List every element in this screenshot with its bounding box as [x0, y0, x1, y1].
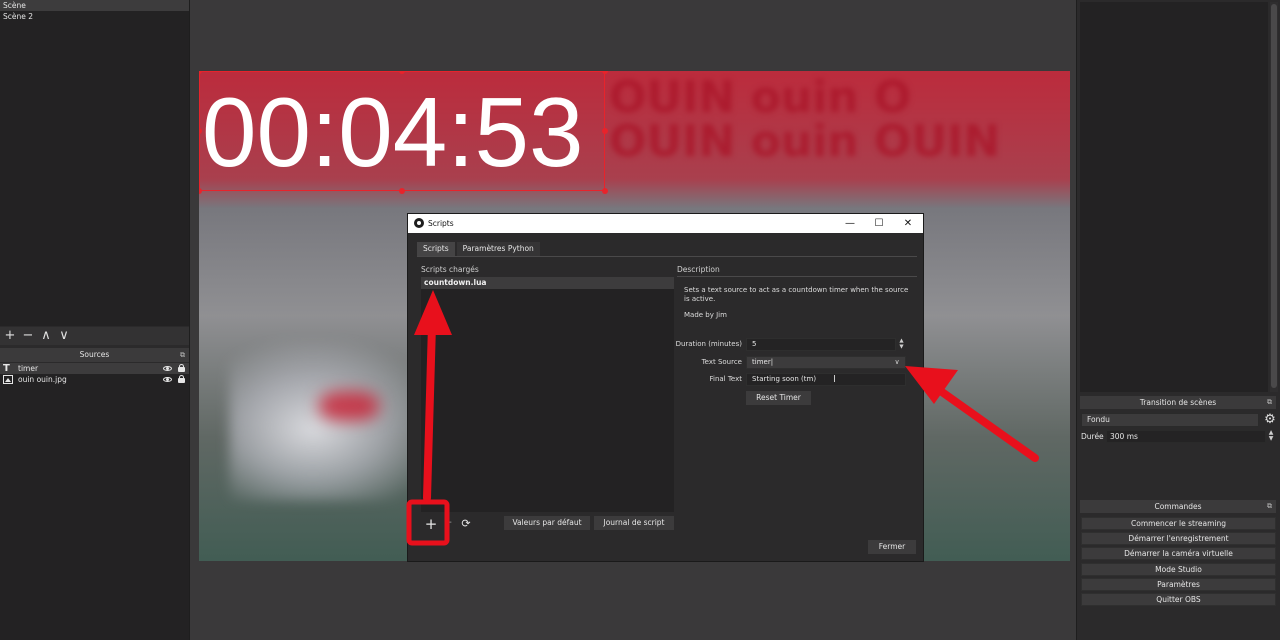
source-label: timer — [18, 364, 39, 373]
source-item-image[interactable]: ouin ouin.jpg — [0, 374, 189, 385]
settings-button[interactable]: Paramètres — [1081, 578, 1276, 591]
preview-background-text: OUIN ouin O OUIN ouin OUIN — [609, 72, 1001, 167]
timer-text: 00:04:53 — [202, 77, 584, 187]
dialog-title: Scripts — [428, 219, 454, 228]
source-label: ouin ouin.jpg — [18, 375, 67, 384]
resize-handle[interactable] — [602, 128, 608, 134]
loaded-scripts-label: Scripts chargés — [421, 265, 479, 274]
start-streaming-button[interactable]: Commencer le streaming — [1081, 517, 1276, 530]
studio-mode-button[interactable]: Mode Studio — [1081, 563, 1276, 576]
start-recording-button[interactable]: Démarrer l'enregistrement — [1081, 532, 1276, 545]
duration-minutes-input[interactable]: 5 — [746, 338, 896, 351]
dock-float-icon[interactable]: ⧉ — [180, 348, 185, 362]
transition-select[interactable]: Fondu — [1081, 413, 1259, 427]
close-button[interactable]: Fermer — [868, 540, 916, 554]
final-text-input[interactable]: Starting soon (tm) — [746, 373, 906, 386]
lock-icon[interactable] — [178, 364, 185, 372]
sources-header: Sources ⧉ — [0, 348, 189, 362]
text-source-label: Text Source — [701, 358, 742, 366]
scene-item[interactable]: Scène 2 — [0, 11, 189, 22]
scene-toolbar: + − ∧ ∨ — [0, 327, 189, 345]
dialog-titlebar[interactable]: Scripts — ☐ ✕ — [408, 214, 923, 233]
dialog-tabs: Scripts Paramètres Python — [417, 242, 540, 256]
description-text: Sets a text source to act as a countdown… — [684, 286, 909, 303]
commands-title: Commandes — [1154, 502, 1202, 511]
maximize-icon[interactable]: ☐ — [865, 214, 893, 233]
script-log-button[interactable]: Journal de script — [594, 516, 674, 530]
transitions-title: Transition de scènes — [1139, 398, 1217, 407]
final-text-label: Final Text — [709, 375, 742, 383]
defaults-button[interactable]: Valeurs par défaut — [504, 516, 590, 530]
sources-title: Sources — [79, 350, 110, 359]
resize-handle[interactable] — [199, 188, 202, 194]
gear-icon[interactable]: ⚙ — [1262, 412, 1278, 428]
dock-float-icon[interactable]: ⧉ — [1267, 500, 1272, 513]
image-source-icon — [3, 375, 13, 384]
resize-handle[interactable] — [602, 71, 608, 74]
spinner-arrows-icon[interactable]: ▲ ▼ — [897, 338, 906, 351]
tab-divider — [417, 256, 917, 257]
text-cursor-icon: I — [833, 374, 836, 385]
visibility-eye-icon[interactable] — [163, 366, 172, 371]
reset-timer-button[interactable]: Reset Timer — [746, 391, 811, 405]
author-text: Made by Jim — [684, 311, 727, 319]
sources-list[interactable]: T timer ouin ouin.jpg — [0, 363, 189, 640]
dock-float-icon[interactable]: ⧉ — [1267, 396, 1272, 409]
add-scene-button[interactable]: + — [3, 329, 17, 343]
move-scene-down-button[interactable]: ∨ — [57, 329, 71, 343]
description-divider — [677, 276, 917, 277]
transitions-header: Transition de scènes ⧉ — [1080, 396, 1276, 409]
tab-scripts[interactable]: Scripts — [417, 242, 455, 256]
scrollbar-thumb[interactable] — [1271, 4, 1277, 388]
script-item[interactable]: countdown.lua — [421, 277, 674, 289]
reload-icon[interactable]: ⟳ — [459, 516, 473, 532]
scenes-list[interactable]: Scène Scène 2 — [0, 0, 189, 326]
duration-label: Durée — [1081, 432, 1104, 441]
description-label: Description — [677, 265, 720, 274]
add-script-button[interactable]: + — [422, 516, 440, 532]
remove-script-button[interactable]: - — [446, 515, 454, 531]
exit-button[interactable]: Quitter OBS — [1081, 593, 1276, 606]
commands-header: Commandes ⧉ — [1080, 500, 1276, 513]
preview-blurred-detail — [319, 391, 379, 421]
text-source-icon: T — [3, 363, 10, 374]
timer-source-selection[interactable]: 00:04:53 — [199, 71, 605, 191]
audio-mixer-area — [1080, 2, 1268, 392]
move-scene-up-button[interactable]: ∧ — [39, 329, 53, 343]
tab-python-settings[interactable]: Paramètres Python — [456, 242, 540, 256]
duration-minutes-label: Duration (minutes) — [675, 340, 742, 348]
minimize-icon[interactable]: — — [836, 214, 864, 233]
close-icon[interactable]: ✕ — [894, 214, 922, 233]
resize-handle[interactable] — [602, 188, 608, 194]
resize-handle[interactable] — [399, 188, 405, 194]
scene-item[interactable]: Scène — [0, 0, 189, 11]
spinner-arrows-icon[interactable]: ▲ ▼ — [1266, 430, 1276, 443]
transition-duration-input[interactable]: 300 ms — [1106, 430, 1266, 443]
lock-icon[interactable] — [178, 375, 185, 383]
remove-scene-button[interactable]: − — [21, 329, 35, 343]
loaded-scripts-list[interactable]: countdown.lua — [421, 277, 674, 512]
scripts-dialog: Scripts — ☐ ✕ Scripts Paramètres Python … — [407, 213, 924, 562]
text-source-select[interactable]: timer| — [746, 356, 906, 369]
chevron-down-icon[interactable]: ∨ — [891, 356, 903, 369]
start-virtual-camera-button[interactable]: Démarrer la caméra virtuelle — [1081, 547, 1276, 560]
obs-logo-icon — [414, 218, 424, 228]
source-item-timer[interactable]: T timer — [0, 363, 189, 374]
visibility-eye-icon[interactable] — [163, 377, 172, 382]
